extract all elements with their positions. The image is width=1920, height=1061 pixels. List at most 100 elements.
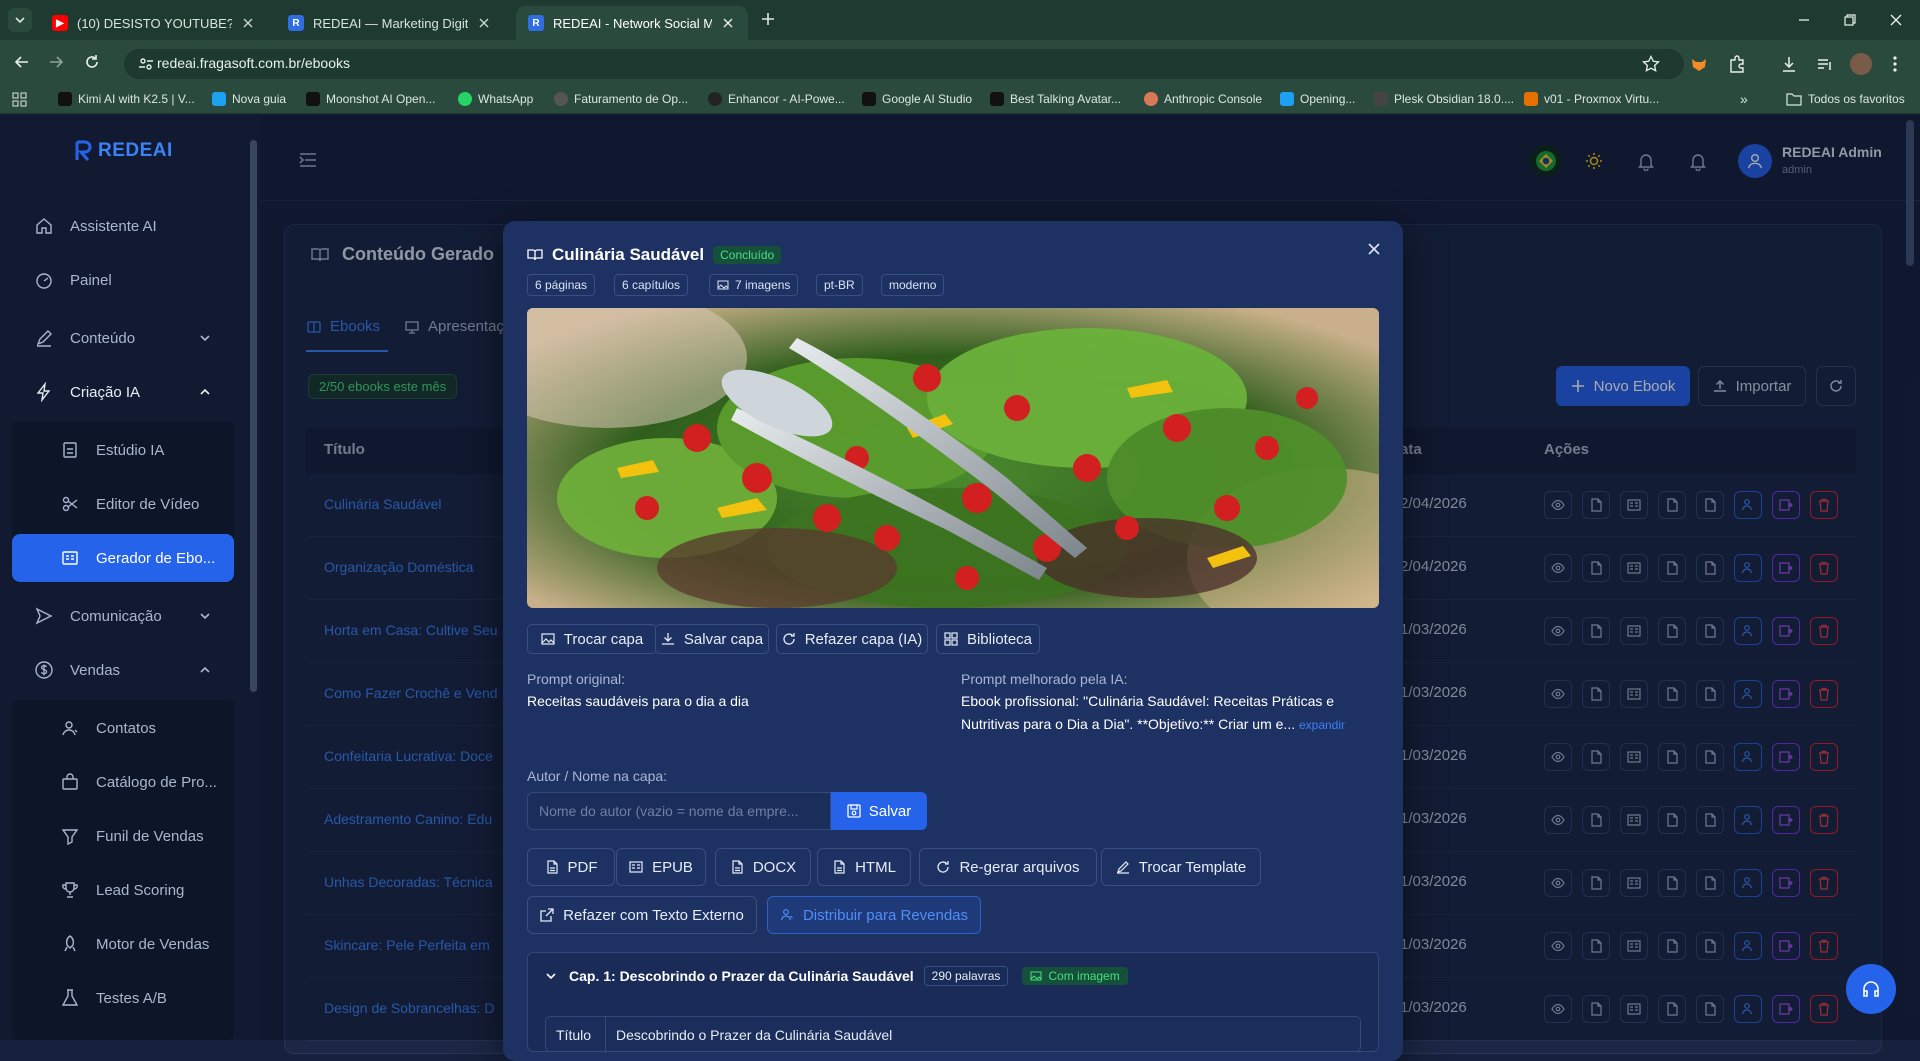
close-icon[interactable] [476,15,492,31]
sidebar-item-painel[interactable]: Painel [12,257,234,303]
star-bookmark-icon[interactable] [1641,54,1661,74]
sidebar-item-testes-ab[interactable]: Testes A/B [12,974,234,1022]
reload-icon[interactable] [82,52,102,72]
change-template-button[interactable]: Trocar Template [1101,848,1261,886]
book-open-icon [527,249,543,261]
modal-title: Culinária Saudável [552,245,705,264]
export-docx-button[interactable]: DOCX [715,848,811,886]
bookmark-whatsapp[interactable]: WhatsApp [458,90,533,108]
folder-icon [1786,93,1802,106]
export-pdf-button[interactable]: PDF [527,848,615,886]
export-epub-button[interactable]: EPUB [616,848,706,886]
site-settings-icon[interactable] [136,54,156,74]
apps-grid-icon[interactable] [12,92,28,108]
regenerate-files-button[interactable]: Re-gerar arquivos [919,848,1097,886]
sidebar-item-editor-video[interactable]: Editor de Vídeo [12,480,234,528]
browser-menu-icon[interactable] [1884,53,1906,75]
distribute-resellers-button[interactable]: Distribuir para Revendas [767,896,981,934]
rocket-icon [64,935,76,952]
close-window-icon[interactable] [1886,10,1906,30]
save-author-button[interactable]: Salvar [831,792,927,830]
bookmark-moonshot[interactable]: Moonshot AI Open... [306,90,435,108]
library-button[interactable]: Biblioteca [936,624,1040,654]
sidebar-item-gerador-ebook[interactable]: Gerador de Ebo... [12,534,234,582]
has-image-badge: Com imagem [1022,967,1128,985]
url-field[interactable] [124,49,1684,79]
redeai-favicon-icon: R [288,15,304,31]
book-icon [629,861,643,873]
bookmark-plesk[interactable]: Plesk Obsidian 18.0.... [1374,90,1514,108]
chapter-field-label: Título [546,1017,606,1053]
ai-studio-icon [862,92,876,106]
regenerate-cover-button[interactable]: Refazer capa (IA) [776,624,928,654]
profile-avatar-icon[interactable] [1850,53,1872,75]
restore-icon[interactable] [1840,10,1860,30]
gear-icon [554,92,568,106]
file-icon [834,860,845,874]
pen-icon [1116,861,1129,874]
sidebar-item-motor-vendas[interactable]: Motor de Vendas [12,920,234,968]
close-icon[interactable] [240,15,256,31]
avatar-app-icon [990,92,1004,106]
extension-fox-icon[interactable] [1688,53,1710,75]
sidebar-item-catalogo[interactable]: Catálogo de Pro... [12,758,234,806]
page-scrollbar[interactable] [1906,120,1914,266]
extensions-puzzle-icon[interactable] [1726,53,1748,75]
browser-tab-youtube[interactable]: ▶ (10) DESISTO YOUTUBE?! FUI D [40,6,268,40]
book-icon [62,551,78,565]
bookmark-talking-avatar[interactable]: Best Talking Avatar... [990,90,1121,108]
bolt-icon [36,382,51,402]
bookmark-nova-guia[interactable]: Nova guia [212,90,286,108]
redo-external-text-button[interactable]: Refazer com Texto Externo [527,896,757,934]
bookmark-proxmox[interactable]: v01 - Proxmox Virtu... [1524,90,1659,108]
download-icon [661,633,674,645]
chapter-header[interactable]: Cap. 1: Descobrindo o Prazer da Culinári… [545,966,1128,986]
image-icon [541,633,555,645]
browser-tab-network[interactable]: R REDEAI - Network Social Media [516,6,748,40]
sidebar-scrollbar[interactable] [250,140,257,692]
prompt-original-label: Prompt original: [527,671,626,687]
minimize-icon[interactable] [1794,10,1814,30]
cover-image [527,308,1379,608]
bookmark-faturamento[interactable]: Faturamento de Op... [554,90,688,108]
sidebar-item-funil[interactable]: Funil de Vendas [12,812,234,860]
sidebar-item-lead-scoring[interactable]: Lead Scoring [12,866,234,914]
bookmark-kimi[interactable]: Kimi AI with K2.5 | V... [58,90,195,108]
bookmark-opening[interactable]: Opening... [1280,90,1355,108]
plus-icon[interactable] [758,9,778,29]
tab-search-button[interactable] [8,8,32,32]
sidebar-item-estudio-ia[interactable]: Estúdio IA [12,426,234,474]
bookmark-anthropic[interactable]: Anthropic Console [1144,90,1262,108]
back-arrow-icon[interactable] [12,52,32,72]
close-icon[interactable] [1364,239,1384,259]
save-icon [847,804,861,818]
sidebar-item-comunicacao[interactable]: Comunicação [12,593,234,639]
author-input[interactable]: Nome do autor (vazio = nome da empre... [527,792,831,830]
save-cover-button[interactable]: Salvar capa [655,624,769,654]
expand-link[interactable]: expandir [1299,718,1345,732]
bookmark-enhancor[interactable]: Enhancor - AI-Powe... [708,90,845,108]
flask-icon [61,989,79,1006]
prompt-original-text: Receitas saudáveis para o dia a dia [527,693,749,709]
close-icon[interactable] [720,15,736,31]
media-controls-icon[interactable] [1814,53,1836,75]
export-html-button[interactable]: HTML [817,848,911,886]
app-logo[interactable]: REDEAI [74,140,173,162]
sidebar-item-assistente[interactable]: Assistente AI [12,203,234,249]
dollar-icon [35,661,53,679]
support-chat-button[interactable] [1846,964,1896,1014]
sidebar-item-contatos[interactable]: Contatos [12,704,234,752]
bookmark-more[interactable]: » [1740,90,1748,108]
chevron-down-icon [200,613,210,620]
forward-arrow-icon[interactable] [46,52,66,72]
sidebar-item-vendas[interactable]: Vendas [12,647,234,693]
change-cover-button[interactable]: Trocar capa [527,624,657,654]
sidebar-item-criacao-ia[interactable]: Criação IA [12,369,234,415]
download-icon[interactable] [1778,53,1800,75]
bookmark-google-ai-studio[interactable]: Google AI Studio [862,90,972,108]
chapter-title-field[interactable]: Título Descobrindo o Prazer da Culinária… [545,1016,1361,1053]
all-favorites-folder[interactable]: Todos os favoritos [1786,90,1905,108]
page-icon [212,92,226,106]
sidebar-item-conteudo[interactable]: Conteúdo [12,315,234,361]
browser-tab-marketing[interactable]: R REDEAI — Marketing Digital co [276,6,504,40]
